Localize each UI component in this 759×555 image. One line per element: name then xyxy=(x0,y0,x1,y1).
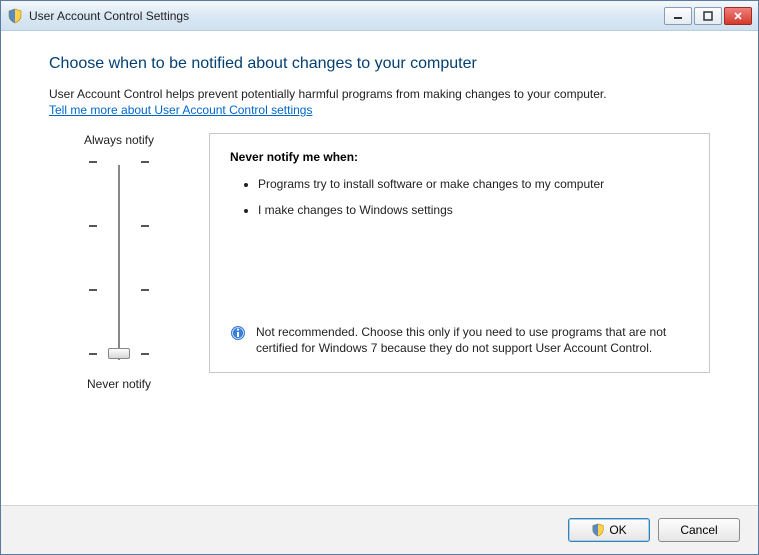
window-title: User Account Control Settings xyxy=(29,9,664,23)
page-description: User Account Control helps prevent poten… xyxy=(49,87,710,101)
content-area: Choose when to be notified about changes… xyxy=(1,31,758,505)
info-icon xyxy=(230,325,246,341)
slider-column: Always notify Never notify xyxy=(49,133,189,391)
slider-tick xyxy=(141,161,149,163)
panel-list: Programs try to install software or make… xyxy=(230,176,689,218)
slider-track xyxy=(118,165,120,360)
recommendation-row: Not recommended. Choose this only if you… xyxy=(230,324,689,356)
slider-label-never: Never notify xyxy=(87,377,151,391)
recommendation-text: Not recommended. Choose this only if you… xyxy=(256,324,689,356)
info-panel: Never notify me when: Programs try to in… xyxy=(209,133,710,373)
slider-tick xyxy=(141,353,149,355)
main-row: Always notify Never notify Never notify … xyxy=(49,133,710,391)
minimize-icon xyxy=(673,11,683,21)
slider-tick xyxy=(89,289,97,291)
list-item: I make changes to Windows settings xyxy=(258,202,689,218)
titlebar: User Account Control Settings xyxy=(1,1,758,31)
ok-button-label: OK xyxy=(609,523,626,537)
slider-tick xyxy=(89,225,97,227)
ok-button[interactable]: OK xyxy=(568,518,650,542)
list-item: Programs try to install software or make… xyxy=(258,176,689,192)
slider-label-always: Always notify xyxy=(84,133,154,147)
help-link[interactable]: Tell me more about User Account Control … xyxy=(49,103,710,117)
page-heading: Choose when to be notified about changes… xyxy=(49,55,710,73)
window-controls xyxy=(664,7,752,25)
slider-thumb[interactable] xyxy=(108,348,130,359)
dialog-footer: OK Cancel xyxy=(1,505,758,554)
close-icon xyxy=(733,11,743,21)
minimize-button[interactable] xyxy=(664,7,692,25)
slider-tick xyxy=(141,225,149,227)
slider-tick xyxy=(141,289,149,291)
cancel-button[interactable]: Cancel xyxy=(658,518,740,542)
close-button[interactable] xyxy=(724,7,752,25)
uac-settings-window: User Account Control Settings Choose whe… xyxy=(0,0,759,555)
panel-title: Never notify me when: xyxy=(230,150,689,164)
maximize-icon xyxy=(703,11,713,21)
cancel-button-label: Cancel xyxy=(680,523,717,537)
slider-tick xyxy=(89,353,97,355)
slider-tick xyxy=(89,161,97,163)
maximize-button[interactable] xyxy=(694,7,722,25)
shield-icon xyxy=(591,523,605,537)
notification-slider[interactable] xyxy=(89,157,149,367)
shield-icon xyxy=(7,8,23,24)
